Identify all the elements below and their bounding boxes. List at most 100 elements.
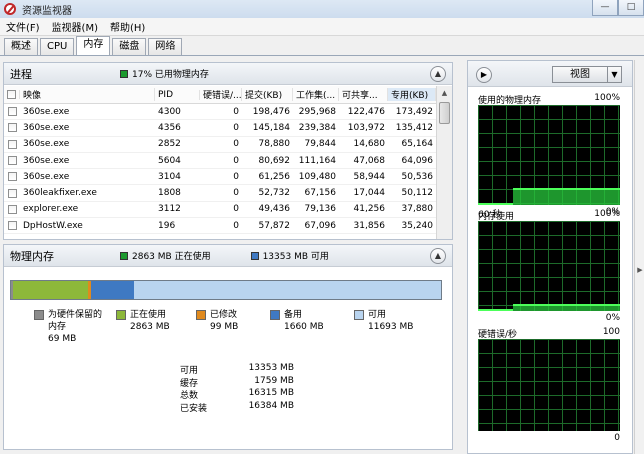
- legend-swatch: [196, 310, 206, 320]
- scroll-thumb[interactable]: [439, 102, 450, 124]
- memory-summary: 可用 13353 MB 缓存 1759 MB 总数 16315 MB 已安装 16384 MB: [180, 363, 294, 414]
- checkbox-icon: [7, 188, 17, 198]
- col-image[interactable]: 映像: [20, 88, 155, 101]
- graph-baseline: [478, 203, 513, 205]
- process-scrollbar[interactable]: ▲: [436, 86, 452, 239]
- cell-hard-faults: 0: [233, 106, 239, 117]
- cell-hard-faults: 0: [233, 122, 239, 133]
- graph-canvas: [478, 339, 620, 431]
- row-checkbox[interactable]: [4, 123, 20, 133]
- graph-max: 100%: [594, 93, 620, 103]
- cell-pid: 5604: [158, 155, 181, 166]
- legend-swatch: [34, 310, 44, 320]
- memory-usage-bar: [10, 280, 442, 300]
- menu-help[interactable]: 帮助(H): [110, 19, 145, 34]
- graph-block: 使用的物理内存 100% 60 秒 0%: [478, 93, 620, 220]
- menu-monitor[interactable]: 监视器(M): [52, 19, 98, 34]
- memory-segment-standby: [90, 281, 135, 299]
- cell-name: 360se.exe: [23, 106, 70, 117]
- cell-pid: 196: [158, 220, 176, 231]
- table-row[interactable]: 360leakfixer.exe 1808 0 52,732 67,156 17,044 5…: [4, 185, 436, 202]
- checkbox-icon: [7, 204, 17, 214]
- graph-fill: [513, 303, 620, 311]
- legend-value: 11693 MB: [368, 322, 414, 332]
- graph-title: 内存使用: [478, 212, 515, 222]
- memory-segment-in-use: [12, 281, 88, 299]
- collapse-processes-button[interactable]: ▲: [430, 66, 446, 82]
- table-row[interactable]: 360se.exe 3104 0 61,256 109,480 58,944 50,536: [4, 169, 436, 186]
- cell-private: 65,164: [401, 139, 434, 150]
- table-row[interactable]: 360se.exe 5604 0 80,692 111,164 47,068 64,096: [4, 153, 436, 170]
- cell-name: explorer.exe: [23, 204, 79, 215]
- graph-canvas: [478, 221, 620, 311]
- cell-shareable: 31,856: [353, 220, 386, 231]
- summary-label: 可用: [180, 366, 199, 376]
- select-all-checkbox[interactable]: [4, 90, 20, 99]
- legend-item: 备用 1660 MB: [270, 309, 350, 345]
- cell-commit: 198,476: [252, 106, 290, 117]
- processes-header[interactable]: 进程 17% 已用物理内存 ▲: [4, 63, 452, 85]
- maximize-button[interactable]: □: [618, 0, 644, 16]
- col-pid[interactable]: PID: [155, 89, 200, 100]
- window-title: 资源监视器: [22, 5, 72, 17]
- cell-commit: 57,872: [258, 220, 291, 231]
- graph-canvas: [478, 105, 620, 205]
- graph-footer: 0: [478, 433, 620, 445]
- cell-pid: 4300: [158, 106, 181, 117]
- legend-value: 1660 MB: [284, 322, 324, 332]
- cell-commit: 145,184: [252, 122, 290, 133]
- graph-scrollbar[interactable]: ▶: [634, 60, 644, 454]
- physical-memory-title: 物理内存: [10, 249, 54, 263]
- expand-graph-button[interactable]: ▶: [476, 67, 492, 83]
- legend-value: 2863 MB: [130, 322, 170, 332]
- process-table: 映像 PID 硬错误/... 提交(KB) 工作集(... 可共享... 专用(…: [4, 86, 436, 235]
- cell-working-set: 239,384: [298, 122, 336, 133]
- row-checkbox[interactable]: [4, 172, 20, 182]
- cell-name: DpHostW.exe: [23, 220, 83, 231]
- col-shareable[interactable]: 可共享...: [339, 88, 388, 101]
- table-row[interactable]: explorer.exe 3112 0 49,436 79,136 41,256 37,88…: [4, 202, 436, 219]
- row-checkbox[interactable]: [4, 107, 20, 117]
- row-checkbox[interactable]: [4, 221, 20, 231]
- in-use-info: 2863 MB 正在使用: [120, 249, 211, 262]
- scroll-arrow-icon[interactable]: ▶: [635, 266, 644, 274]
- processes-status-text: 17% 已用物理内存: [132, 70, 209, 80]
- tab-network[interactable]: 网络: [148, 38, 183, 55]
- col-commit[interactable]: 提交(KB): [242, 88, 293, 101]
- col-working-set[interactable]: 工作集(...: [293, 88, 339, 101]
- checkbox-icon: [7, 90, 16, 99]
- table-row[interactable]: 360se.exe 2852 0 78,880 79,844 14,680 65,164: [4, 137, 436, 153]
- table-header: 映像 PID 硬错误/... 提交(KB) 工作集(... 可共享... 专用(…: [4, 86, 436, 104]
- minimize-button[interactable]: —: [592, 0, 618, 16]
- tab-disk[interactable]: 磁盘: [112, 38, 147, 55]
- graph-title: 硬错误/秒: [478, 330, 518, 340]
- legend-text: 备用 1660 MB: [284, 309, 324, 345]
- scroll-up-icon[interactable]: ▲: [437, 86, 452, 100]
- table-row[interactable]: 360se.exe 4356 0 145,184 239,384 103,972 135,4…: [4, 120, 436, 137]
- cell-working-set: 111,164: [298, 155, 336, 166]
- menu-file[interactable]: 文件(F): [6, 19, 40, 34]
- col-private[interactable]: 专用(KB): [388, 88, 436, 101]
- tab-overview[interactable]: 概述: [4, 38, 38, 55]
- process-rows: 360se.exe 4300 0 198,476 295,968 122,476 173,4…: [4, 104, 436, 235]
- graph-min: 0: [614, 433, 620, 443]
- row-checkbox[interactable]: [4, 204, 20, 214]
- tab-cpu[interactable]: CPU: [40, 38, 75, 55]
- cell-hard-faults: 0: [233, 204, 239, 215]
- resource-monitor-icon: [4, 3, 16, 15]
- cell-commit: 49,436: [258, 204, 291, 215]
- summary-value: 16315 MB: [248, 388, 294, 398]
- checkbox-icon: [7, 123, 17, 133]
- col-hard-faults[interactable]: 硬错误/...: [200, 88, 242, 101]
- physical-memory-header[interactable]: 物理内存 2863 MB 正在使用 13353 MB 可用 ▲: [4, 245, 452, 267]
- table-row[interactable]: DpHostW.exe 196 0 57,872 67,096 31,856 35,240: [4, 218, 436, 235]
- row-checkbox[interactable]: [4, 188, 20, 198]
- tab-memory[interactable]: 内存: [76, 36, 111, 55]
- cell-shareable: 41,256: [353, 204, 386, 215]
- row-checkbox[interactable]: [4, 139, 20, 149]
- view-dropdown[interactable]: 视图 ▼: [552, 66, 622, 83]
- table-row[interactable]: 360se.exe 4300 0 198,476 295,968 122,476 173,4…: [4, 104, 436, 121]
- row-checkbox[interactable]: [4, 156, 20, 166]
- collapse-memory-button[interactable]: ▲: [430, 248, 446, 264]
- cell-hard-faults: 0: [233, 155, 239, 166]
